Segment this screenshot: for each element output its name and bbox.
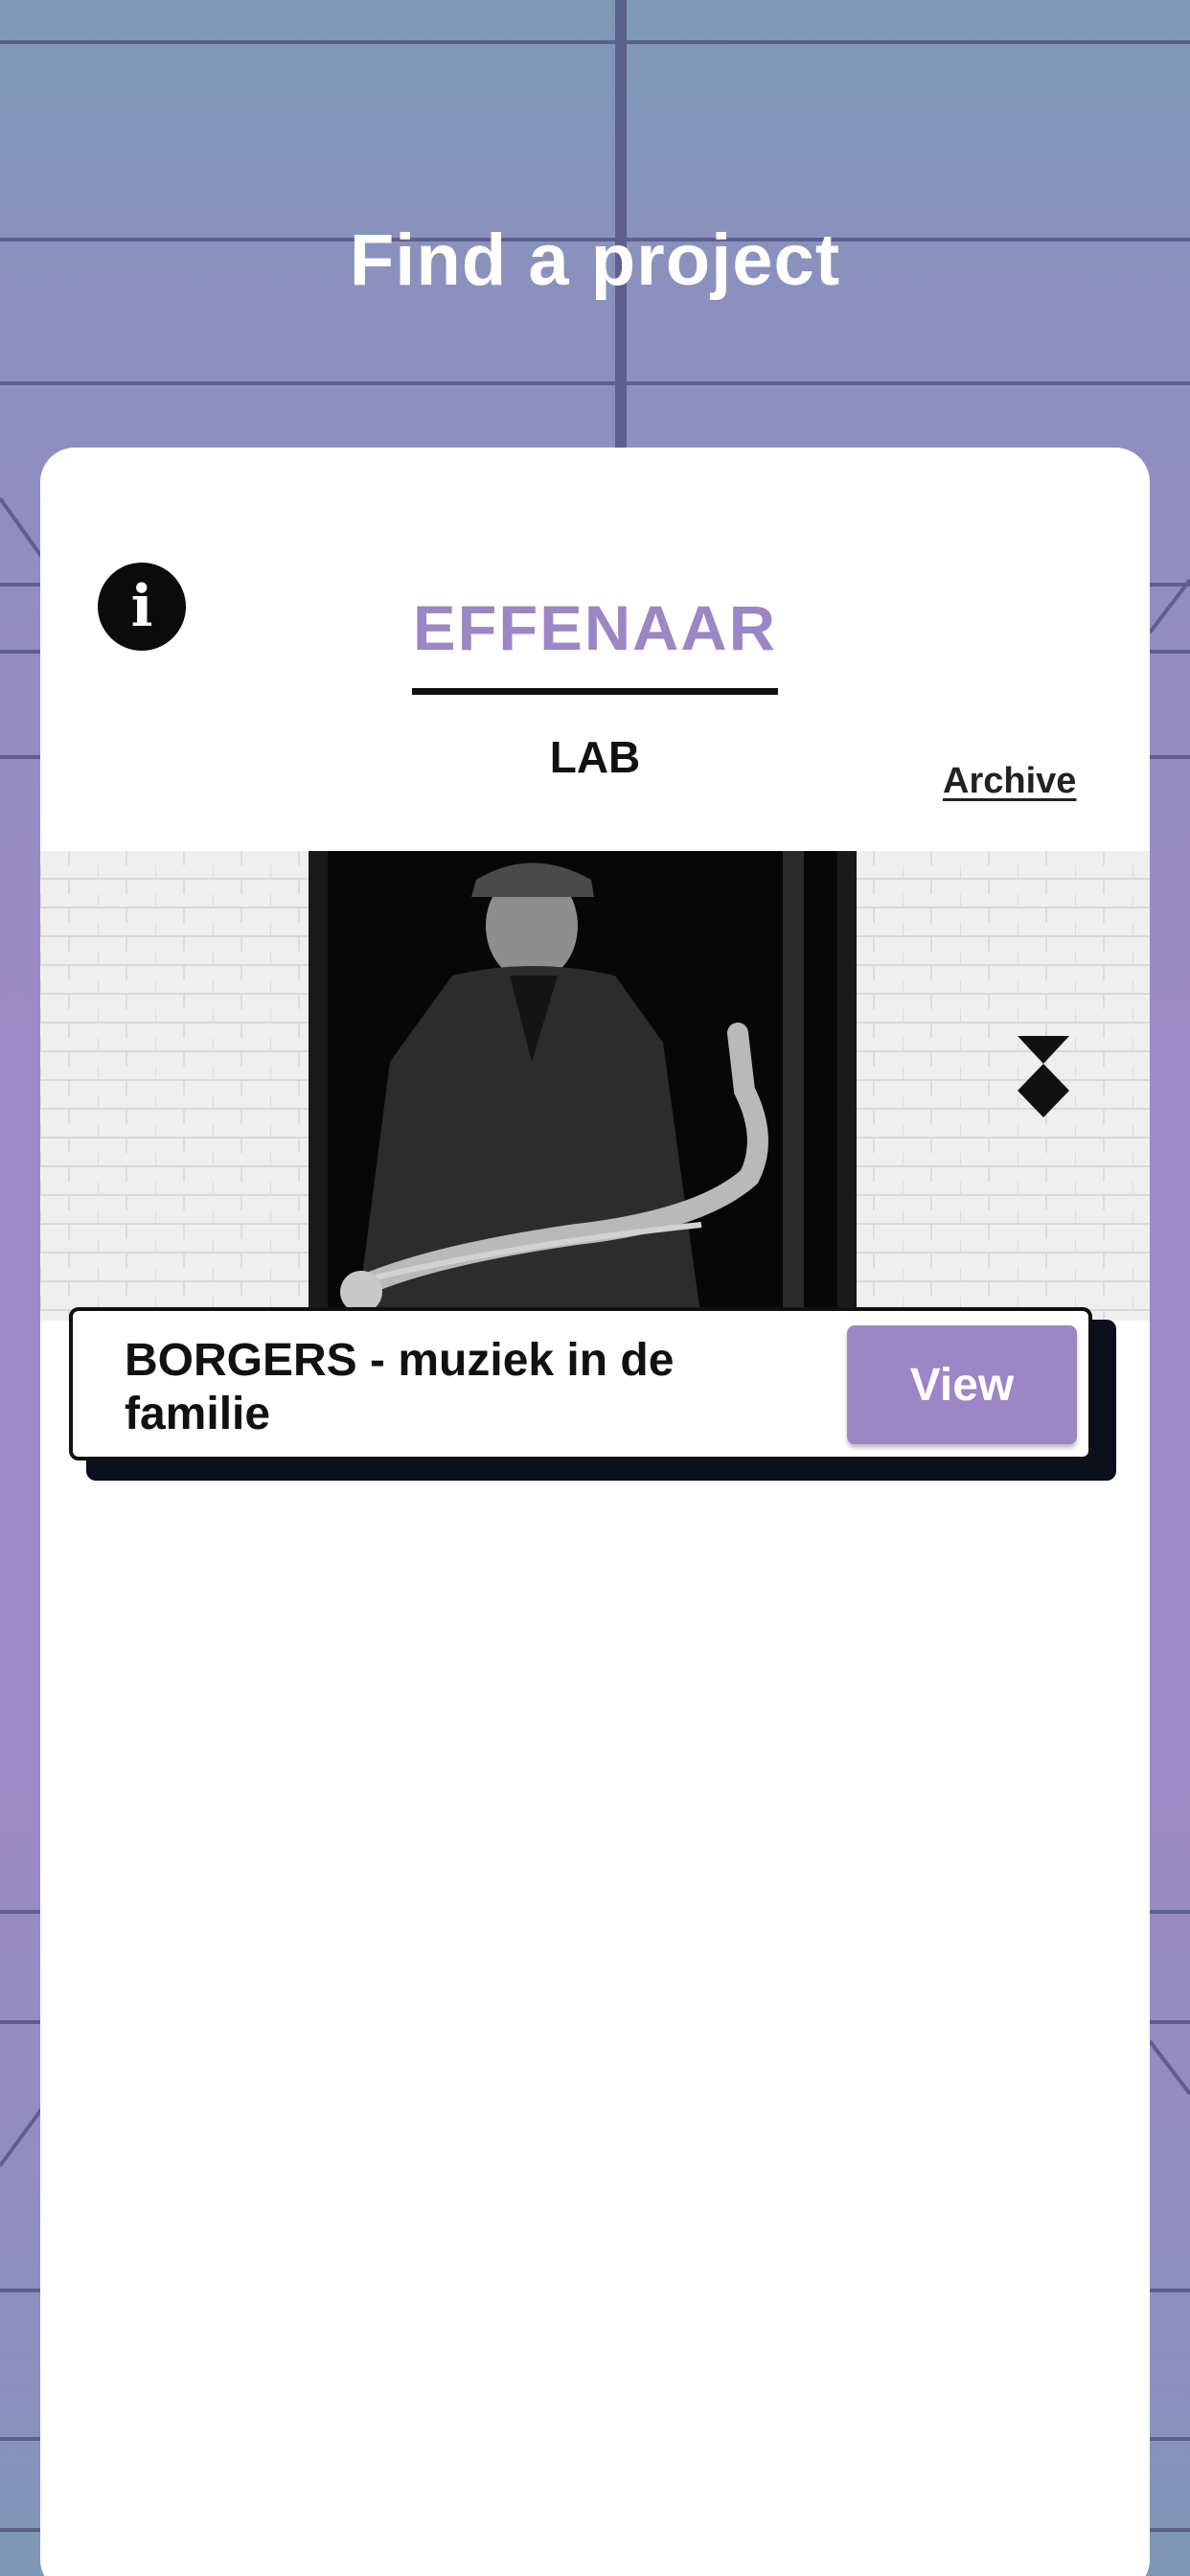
project-title: BORGERS - muziek in de familie [125, 1335, 675, 1439]
page-title: Find a project [349, 219, 841, 301]
project-image[interactable] [40, 851, 1150, 1321]
logo-underline [412, 688, 778, 695]
logo-text: EFFENAAR [413, 594, 777, 661]
effenaar-logo: EFFENAAR [413, 594, 777, 661]
project-bar[interactable]: BORGERS - muziek in de familie View [69, 1307, 1092, 1460]
info-glyph: i [130, 573, 153, 640]
archive-link[interactable]: Archive [943, 761, 1076, 802]
view-button[interactable]: View [847, 1325, 1077, 1444]
project-card: i EFFENAAR LAB Archive BORGERS - muziek … [40, 448, 1150, 2576]
info-icon[interactable]: i [98, 563, 186, 651]
